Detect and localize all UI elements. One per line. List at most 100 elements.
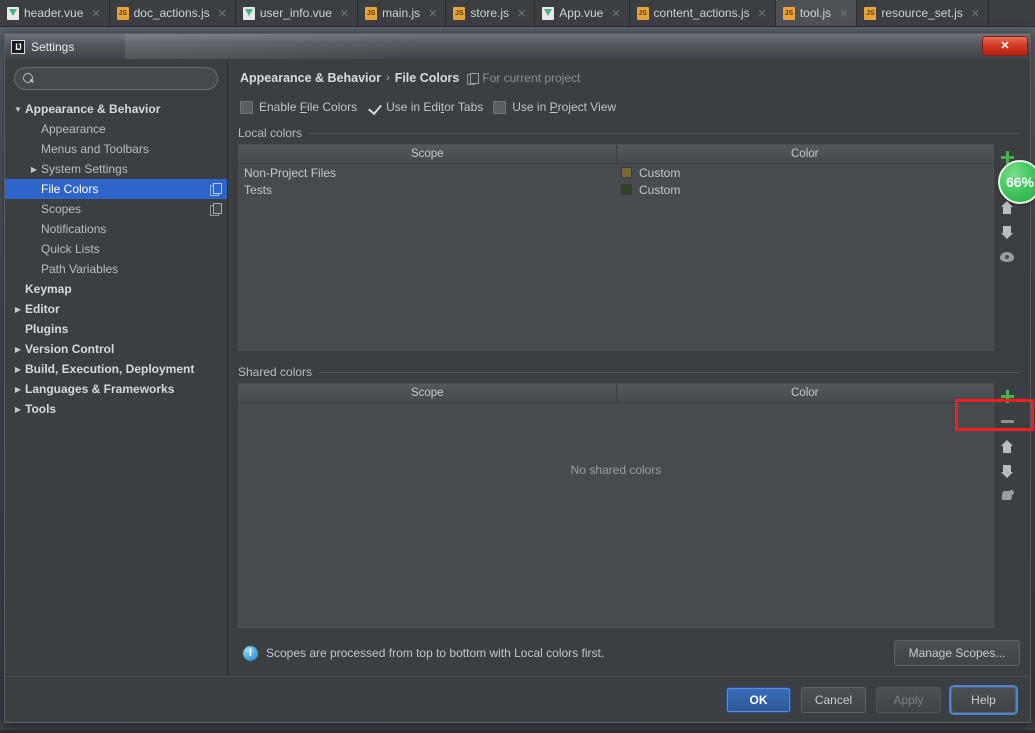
- sidebar-item-path-variables[interactable]: Path Variables: [5, 259, 227, 279]
- sidebar-item-quick-lists[interactable]: Quick Lists: [5, 239, 227, 259]
- javascript-file-icon: JS: [453, 6, 466, 20]
- add-shared-color-button[interactable]: [996, 385, 1018, 407]
- file-colors-options: Enable File Colors Use in Editor Tabs Use …: [240, 100, 1020, 114]
- shared-colors-toolbar: [994, 383, 1020, 628]
- local-colors-title: Local colors: [238, 126, 303, 140]
- close-tab-icon[interactable]: ✕: [971, 7, 980, 20]
- chevron-right-icon[interactable]: ▶: [11, 305, 25, 314]
- editor-tab-label: store.js: [470, 6, 510, 20]
- info-icon: !: [243, 645, 258, 661]
- local-colors-rows[interactable]: Non-Project Files Custom Tests Custom: [239, 164, 993, 350]
- table-row[interactable]: Non-Project Files Custom: [239, 164, 993, 181]
- checkbox-use-in-editor-tabs[interactable]: Use in Editor Tabs: [367, 100, 483, 114]
- sidebar-item-appearance-behavior[interactable]: ▼ Appearance & Behavior: [5, 99, 227, 119]
- table-row[interactable]: Tests Custom: [239, 181, 993, 198]
- color-label: Custom: [639, 182, 681, 197]
- sidebar-item-notifications[interactable]: Notifications: [5, 219, 227, 239]
- dialog-title: Settings: [31, 39, 75, 54]
- apply-button: Apply: [876, 686, 941, 713]
- sidebar-item-menus-and-toolbars[interactable]: Menus and Toolbars: [5, 139, 227, 159]
- column-header-color[interactable]: Color: [615, 145, 993, 163]
- column-header-color[interactable]: Color: [615, 384, 993, 402]
- copy-settings-icon[interactable]: [210, 183, 222, 196]
- close-tab-icon[interactable]: ✕: [839, 7, 848, 20]
- settings-content: Appearance & Behavior › File Colors For …: [228, 59, 1030, 676]
- chevron-right-icon[interactable]: ▶: [11, 345, 25, 354]
- sidebar-item-version-control[interactable]: ▶ Version Control: [5, 339, 227, 359]
- editor-tab[interactable]: JS store.js ✕: [446, 0, 536, 26]
- move-down-local-color-button[interactable]: [996, 221, 1018, 243]
- close-tab-icon[interactable]: ✕: [340, 7, 349, 20]
- color-label: Custom: [639, 165, 681, 180]
- label-post: or Tabs: [444, 100, 484, 114]
- breadcrumb-root[interactable]: Appearance & Behavior: [240, 71, 381, 85]
- minus-icon: [1000, 415, 1014, 428]
- checkbox-enable-file-colors[interactable]: Enable File Colors: [240, 100, 357, 114]
- editor-tab[interactable]: JS main.js ✕: [358, 0, 447, 26]
- remove-shared-color-button[interactable]: [996, 410, 1018, 432]
- editor-tab-label: resource_set.js: [881, 6, 963, 20]
- javascript-file-icon: JS: [116, 6, 129, 20]
- move-down-shared-color-button[interactable]: [996, 460, 1018, 482]
- chevron-right-icon[interactable]: ▶: [27, 165, 41, 174]
- close-tab-icon[interactable]: ✕: [611, 7, 620, 20]
- checkbox-unchecked-icon[interactable]: [240, 100, 253, 114]
- arrow-down-icon: [1001, 464, 1013, 478]
- editor-tab[interactable]: JS tool.js ✕: [775, 0, 858, 26]
- sidebar-item-build-execution-deployment[interactable]: ▶ Build, Execution, Deployment: [5, 359, 227, 379]
- checkbox-unchecked-icon[interactable]: [493, 100, 507, 114]
- sidebar-item-scopes[interactable]: Scopes: [5, 199, 227, 219]
- close-icon[interactable]: ✕: [982, 36, 1028, 56]
- title-rule: [318, 371, 1020, 373]
- close-tab-icon[interactable]: ✕: [218, 7, 227, 20]
- local-colors-table[interactable]: Scope Color Non-Project Files Custom Tests…: [238, 144, 994, 351]
- chevron-right-icon[interactable]: ▶: [11, 405, 25, 414]
- chevron-right-icon[interactable]: ▶: [11, 385, 25, 394]
- move-up-shared-color-button[interactable]: [996, 435, 1018, 457]
- checkbox-use-in-project-view[interactable]: Use in Project View: [493, 100, 616, 114]
- manage-scopes-button[interactable]: Manage Scopes...: [894, 640, 1020, 666]
- sidebar-item-appearance[interactable]: Appearance: [5, 119, 227, 139]
- editor-tab[interactable]: App.vue ✕: [535, 0, 630, 26]
- sidebar-item-plugins[interactable]: Plugins: [5, 319, 227, 339]
- editor-tab[interactable]: JS content_actions.js ✕: [629, 0, 776, 26]
- help-button[interactable]: Help: [951, 686, 1016, 713]
- sidebar-item-label: Build, Execution, Deployment: [25, 362, 195, 376]
- close-tab-icon[interactable]: ✕: [91, 7, 100, 20]
- chevron-right-icon[interactable]: ▶: [11, 365, 25, 374]
- share-local-color-button[interactable]: [996, 246, 1018, 268]
- close-tab-icon[interactable]: ✕: [517, 7, 526, 20]
- editor-tab[interactable]: header.vue ✕: [0, 0, 110, 26]
- label-mnemonic: F: [299, 100, 308, 114]
- close-tab-icon[interactable]: ✕: [428, 7, 437, 20]
- column-header-scope[interactable]: Scope: [239, 145, 616, 163]
- unshare-shared-color-button[interactable]: [996, 485, 1018, 507]
- editor-tab[interactable]: JS doc_actions.js ✕: [109, 0, 236, 26]
- eye-icon: [1000, 252, 1014, 262]
- close-tab-icon[interactable]: ✕: [758, 7, 767, 20]
- settings-tree[interactable]: ▼ Appearance & Behavior Appearance Menus an…: [5, 97, 227, 676]
- checkbox-checked-icon[interactable]: [367, 100, 381, 114]
- sidebar-item-tools[interactable]: ▶ Tools: [5, 399, 227, 419]
- sidebar-item-system-settings[interactable]: ▶ System Settings: [5, 159, 227, 179]
- sidebar-item-editor[interactable]: ▶ Editor: [5, 299, 227, 319]
- chevron-down-icon[interactable]: ▼: [11, 105, 25, 114]
- shared-colors-rows[interactable]: No shared colors: [239, 403, 993, 627]
- color-swatch: [621, 184, 632, 195]
- sidebar-item-keymap[interactable]: Keymap: [5, 279, 227, 299]
- sidebar-item-languages-frameworks[interactable]: ▶ Languages & Frameworks: [5, 379, 227, 399]
- editor-tab-label: doc_actions.js: [133, 6, 210, 20]
- editor-tab[interactable]: JS resource_set.js ✕: [857, 0, 989, 26]
- breadcrumb-note: For current project: [482, 71, 581, 85]
- column-header-scope[interactable]: Scope: [239, 384, 616, 402]
- cancel-button[interactable]: Cancel: [801, 686, 866, 713]
- editor-tab[interactable]: user_info.vue ✕: [235, 0, 359, 26]
- search-input[interactable]: [34, 71, 217, 86]
- copy-settings-icon[interactable]: [210, 203, 222, 216]
- shared-colors-table[interactable]: Scope Color No shared colors: [238, 383, 994, 628]
- sidebar-item-label: Quick Lists: [41, 242, 100, 256]
- ok-button[interactable]: OK: [726, 686, 791, 713]
- sidebar-item-file-colors[interactable]: File Colors: [5, 179, 227, 199]
- search-box[interactable]: [14, 67, 218, 90]
- label-pre: Use in Edi: [386, 100, 441, 114]
